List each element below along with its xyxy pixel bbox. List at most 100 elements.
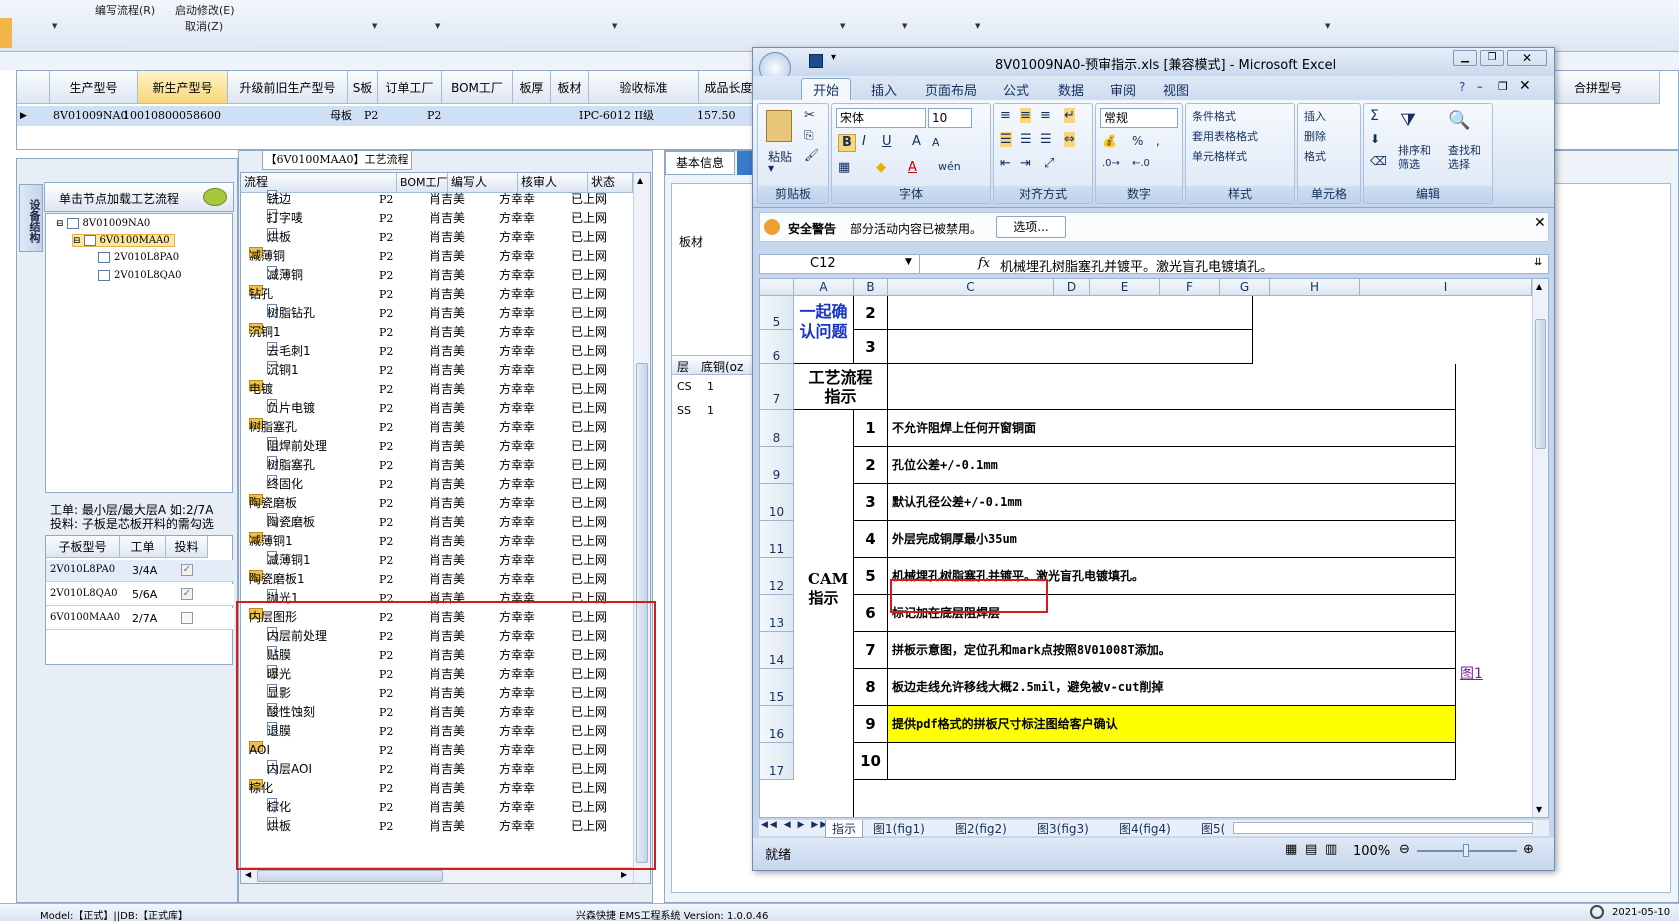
percent-icon[interactable]: % bbox=[1132, 134, 1143, 148]
wrap-text-icon[interactable]: ↵ bbox=[1064, 108, 1075, 123]
table-row[interactable]: −树脂塞孔P2肖吉美方幸幸已上网 bbox=[241, 418, 631, 437]
index-cell[interactable]: 9 bbox=[854, 706, 888, 743]
row-header[interactable]: 16 bbox=[760, 706, 794, 743]
increase-indent-icon[interactable]: ⇥ bbox=[1020, 156, 1031, 171]
cut-icon[interactable]: ✂ bbox=[804, 108, 815, 123]
bold-icon[interactable]: B bbox=[838, 134, 856, 152]
cell-s-board[interactable]: 母板 bbox=[330, 107, 352, 125]
tab-home[interactable]: 开始 bbox=[813, 80, 839, 99]
align-right-icon[interactable]: ☰ bbox=[1040, 132, 1052, 147]
cell-length[interactable]: 157.50 bbox=[697, 107, 736, 125]
col-s-board[interactable]: S板 bbox=[348, 71, 378, 104]
checkbox-checked[interactable]: ✓ bbox=[181, 588, 193, 600]
index-cell[interactable]: 1 bbox=[854, 410, 888, 447]
scroll-up-icon[interactable]: ▲ bbox=[637, 176, 643, 185]
orientation-icon[interactable]: ⤢ bbox=[1044, 156, 1054, 171]
row-header[interactable]: 8 bbox=[760, 410, 794, 447]
tab-structure[interactable]: 设备结构 bbox=[19, 184, 43, 252]
cell[interactable] bbox=[888, 296, 1253, 330]
col-thickness[interactable]: 板厚 bbox=[513, 71, 551, 104]
row-header[interactable]: 15 bbox=[760, 669, 794, 706]
page-break-view-icon[interactable]: ▥ bbox=[1325, 842, 1337, 857]
index-cell[interactable]: 2 bbox=[854, 447, 888, 484]
col-new-prod-no[interactable]: 新生产型号 bbox=[138, 71, 228, 104]
tree-node-selected[interactable]: ⊟ 6V0100MAA0 bbox=[72, 234, 175, 247]
column-header[interactable]: I bbox=[1360, 279, 1532, 296]
index-cell[interactable]: 10 bbox=[854, 743, 888, 780]
autosum-icon[interactable]: Σ bbox=[1370, 108, 1379, 124]
sheet-tab[interactable]: 图1(fig1) bbox=[873, 820, 925, 837]
row-header[interactable]: 10 bbox=[760, 484, 794, 521]
font-size-select[interactable]: 10 bbox=[928, 108, 972, 128]
align-center-icon[interactable]: ☰ bbox=[1020, 132, 1032, 147]
cell-styles-button[interactable]: 单元格样式 bbox=[1192, 148, 1247, 164]
phonetic-icon[interactable]: wén bbox=[938, 160, 961, 173]
dropdown-arrow-icon[interactable]: ▼ bbox=[1325, 22, 1330, 30]
table-row[interactable]: −减薄铜P2肖吉美方幸幸已上网 bbox=[241, 247, 631, 266]
cell[interactable] bbox=[888, 330, 1253, 364]
hscroll-thumb[interactable] bbox=[257, 870, 443, 882]
col-material[interactable]: 板材 bbox=[551, 71, 589, 104]
ribbon-close-icon[interactable]: ✕ bbox=[1519, 78, 1531, 94]
paste-dropdown-icon[interactable]: ▼ bbox=[768, 164, 774, 173]
table-row[interactable]: −沉铜1P2肖吉美方幸幸已上网 bbox=[241, 323, 631, 342]
find-select-button[interactable]: 查找和 选择 bbox=[1448, 144, 1481, 172]
number-format-select[interactable]: 常规 bbox=[1100, 108, 1178, 128]
ribbon-restore-icon[interactable]: ❐ bbox=[1498, 80, 1508, 93]
sheet-vscrollbar[interactable]: ▲ ▼ bbox=[1532, 279, 1548, 817]
col-length[interactable]: 成品长度 bbox=[699, 71, 759, 104]
tab-insert[interactable]: 插入 bbox=[871, 80, 897, 99]
dropdown-arrow-icon[interactable]: ▼ bbox=[372, 22, 377, 30]
col-sub-feed[interactable]: 投料 bbox=[166, 536, 208, 558]
merged-cam-cell[interactable]: CAM指示 bbox=[794, 410, 854, 817]
tree-node[interactable]: ⊟ 8V01009NA0 bbox=[56, 218, 150, 229]
tree-node[interactable]: 2V010L8PA0 bbox=[98, 252, 179, 263]
col-bom-factory[interactable]: BOM工厂 bbox=[442, 71, 513, 104]
column-header[interactable]: E bbox=[1090, 279, 1160, 296]
row-header[interactable]: 14 bbox=[760, 632, 794, 669]
column-header[interactable]: C bbox=[888, 279, 1054, 296]
edit-flow-menu[interactable]: 编写流程(R) bbox=[95, 2, 155, 18]
checkbox-unchecked[interactable] bbox=[181, 612, 193, 624]
name-box[interactable]: C12 bbox=[760, 255, 920, 273]
table-row[interactable]: 减薄铜1 P2 肖吉美 方幸幸 已上网 bbox=[241, 551, 631, 570]
sort-filter-icon[interactable]: ⧩ bbox=[1400, 110, 1416, 131]
column-header[interactable]: A bbox=[794, 279, 854, 296]
table-row[interactable]: 去毛刺1 P2 肖吉美 方幸幸 已上网 bbox=[241, 342, 631, 361]
expand-formula-icon[interactable]: ⇊ bbox=[1534, 257, 1542, 268]
table-row[interactable]: −钻孔P2肖吉美方幸幸已上网 bbox=[241, 285, 631, 304]
name-box-dropdown-icon[interactable]: ▼ bbox=[905, 257, 912, 267]
cell-standard[interactable]: IPC-6012 II级 bbox=[579, 107, 654, 125]
fill-color-icon[interactable]: ◆ bbox=[876, 160, 886, 175]
function-icon[interactable]: fx bbox=[978, 256, 990, 271]
page-layout-view-icon[interactable]: ▤ bbox=[1305, 842, 1317, 857]
merged-flow-cell[interactable]: 工艺流程指示 bbox=[794, 364, 888, 410]
fill-icon[interactable]: ⬇ bbox=[1370, 132, 1380, 146]
ribbon-minimize-icon[interactable]: – bbox=[1477, 80, 1483, 93]
table-row[interactable]: −电镀P2肖吉美方幸幸已上网 bbox=[241, 380, 631, 399]
format-painter-icon[interactable]: 🖌 bbox=[804, 148, 819, 162]
tree-node[interactable]: 2V010L8QA0 bbox=[98, 270, 181, 281]
help-icon[interactable]: ? bbox=[1459, 80, 1465, 94]
table-row[interactable]: 终固化 P2 肖吉美 方幸幸 已上网 bbox=[241, 475, 631, 494]
clear-icon[interactable]: ⌫ bbox=[1370, 154, 1387, 168]
sheet-tab[interactable]: 图5( bbox=[1201, 820, 1229, 837]
index-cell[interactable]: 3 bbox=[854, 330, 888, 364]
find-select-icon[interactable]: 🔍 bbox=[1448, 110, 1470, 131]
tab-view[interactable]: 视图 bbox=[1163, 80, 1189, 99]
cancel-menu[interactable]: 取消(Z) bbox=[185, 18, 223, 34]
column-header[interactable]: H bbox=[1270, 279, 1360, 296]
speech-bubble-icon[interactable] bbox=[203, 188, 227, 206]
index-cell[interactable]: 5 bbox=[854, 558, 888, 595]
sheet-tab[interactable]: 图4(fig4) bbox=[1119, 820, 1171, 837]
instruction-cell[interactable]: 提供pdf格式的拼板尺寸标注图给客户确认 bbox=[888, 706, 1456, 743]
restore-icon[interactable]: ❐ bbox=[1480, 50, 1504, 66]
instruction-cell[interactable] bbox=[888, 743, 1456, 780]
col-sub-order[interactable]: 工单 bbox=[120, 536, 166, 558]
scroll-thumb[interactable] bbox=[1535, 319, 1546, 449]
dropdown-arrow-icon[interactable]: ▼ bbox=[435, 22, 440, 30]
sheet-tab[interactable]: 图2(fig2) bbox=[955, 820, 1007, 837]
table-row[interactable]: 阻焊前处理 P2 肖吉美 方幸幸 已上网 bbox=[241, 437, 631, 456]
tab-basic-info[interactable]: 基本信息 bbox=[665, 151, 735, 175]
table-row[interactable]: −陶瓷磨板1P2肖吉美方幸幸已上网 bbox=[241, 570, 631, 589]
